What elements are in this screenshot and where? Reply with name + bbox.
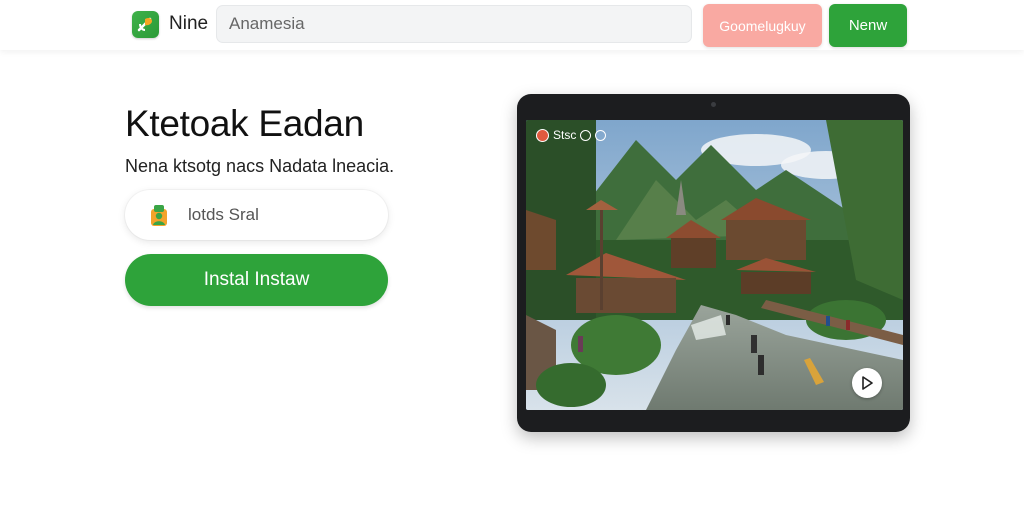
camera-dot (711, 102, 716, 107)
search-input[interactable] (216, 5, 692, 43)
page-title: Ktetoak Eadan (125, 103, 364, 144)
village-river-image: Stsc (526, 120, 903, 410)
play-icon (862, 376, 873, 390)
app-logo-icon (132, 10, 159, 38)
play-button[interactable] (852, 368, 882, 398)
channel-logo-icon (536, 128, 549, 142)
overlay-text: Stsc (553, 128, 577, 142)
page-subtitle: Nena ktsotg nacs Nadata lneacia. (125, 156, 395, 176)
info-icon[interactable] (595, 129, 607, 141)
brand-name: Nine (169, 13, 209, 34)
brand-link[interactable]: Nine (132, 10, 208, 38)
account-pill[interactable]: lotds Sral (125, 190, 388, 240)
settings-icon[interactable] (580, 129, 592, 141)
user-badge-icon (147, 202, 171, 228)
tablet-mockup: Stsc (517, 94, 910, 432)
install-button[interactable]: Instal Instaw (125, 254, 388, 306)
video-overlay: Stsc (536, 128, 607, 142)
top-header: Nine Goomelugkuy Nenw (0, 0, 1024, 50)
primary-header-button[interactable]: Nenw (829, 4, 907, 47)
secondary-button[interactable]: Goomelugkuy (703, 4, 822, 47)
pill-label: lotds Sral (188, 205, 259, 224)
